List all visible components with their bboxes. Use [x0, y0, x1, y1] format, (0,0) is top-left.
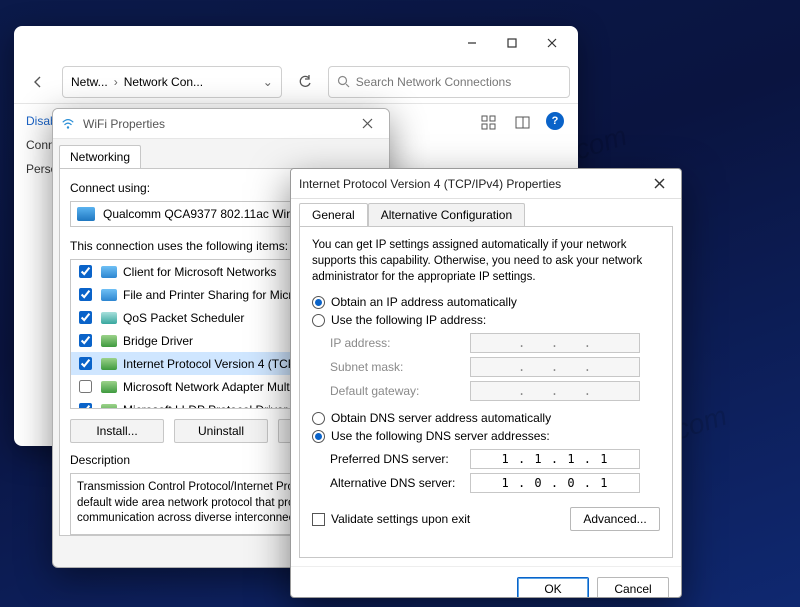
item-checkbox[interactable] — [79, 357, 92, 370]
radio-icon — [312, 412, 325, 425]
item-label: QoS Packet Scheduler — [123, 311, 244, 325]
pref-dns-label: Preferred DNS server: — [330, 452, 460, 466]
item-checkbox[interactable] — [79, 380, 92, 393]
radio-label: Use the following DNS server addresses: — [331, 429, 550, 443]
close-button[interactable] — [353, 112, 381, 136]
mask-label: Subnet mask: — [330, 360, 460, 374]
radio-label: Obtain an IP address automatically — [331, 295, 517, 309]
item-label: Bridge Driver — [123, 334, 193, 348]
help-icon[interactable]: ? — [546, 112, 564, 130]
radio-icon — [312, 430, 325, 443]
item-checkbox[interactable] — [79, 288, 92, 301]
item-checkbox[interactable] — [79, 334, 92, 347]
install-button[interactable]: Install... — [70, 419, 164, 443]
radio-ip-auto[interactable]: Obtain an IP address automatically — [312, 295, 660, 309]
validate-checkbox[interactable]: Validate settings upon exit — [312, 512, 470, 526]
explorer-toolbar: Netw... › Network Con... ⌄ Search Networ… — [14, 60, 578, 104]
radio-dns-auto[interactable]: Obtain DNS server address automatically — [312, 411, 660, 425]
advanced-button[interactable]: Advanced... — [570, 507, 660, 531]
view-panel-icon[interactable] — [512, 112, 534, 134]
tab-general[interactable]: General — [299, 203, 368, 226]
breadcrumb-leaf: Network Con... — [124, 75, 203, 89]
radio-ip-manual[interactable]: Use the following IP address: — [312, 313, 660, 327]
alt-dns-label: Alternative DNS server: — [330, 476, 460, 490]
chevron-down-icon[interactable]: ⌄ — [263, 75, 273, 89]
tab-networking[interactable]: Networking — [59, 145, 141, 168]
checkbox-icon — [312, 513, 325, 526]
close-button[interactable] — [532, 29, 572, 57]
adapter-name: Qualcomm QCA9377 802.11ac Wireless — [103, 207, 318, 221]
radio-dns-manual[interactable]: Use the following DNS server addresses: — [312, 429, 660, 443]
chevron-right-icon: › — [114, 75, 118, 89]
search-placeholder: Search Network Connections — [356, 75, 511, 89]
alt-dns-input[interactable]: 1 . 0 . 0 . 1 — [470, 473, 640, 493]
protocol-icon — [101, 335, 117, 347]
radio-icon — [312, 314, 325, 327]
dialog-title: Internet Protocol Version 4 (TCP/IPv4) P… — [299, 177, 561, 191]
item-checkbox[interactable] — [79, 265, 92, 278]
protocol-icon — [101, 358, 117, 370]
pref-dns-input[interactable]: 1 . 1 . 1 . 1 — [470, 449, 640, 469]
refresh-button[interactable] — [290, 67, 320, 97]
protocol-icon — [101, 312, 117, 324]
maximize-button[interactable] — [492, 29, 532, 57]
gw-label: Default gateway: — [330, 384, 460, 398]
protocol-icon — [101, 289, 117, 301]
item-checkbox[interactable] — [79, 403, 92, 409]
item-label: Client for Microsoft Networks — [123, 265, 276, 279]
back-button[interactable] — [22, 66, 54, 98]
breadcrumb[interactable]: Netw... › Network Con... ⌄ — [62, 66, 282, 98]
nic-icon — [77, 207, 95, 221]
radio-label: Obtain DNS server address automatically — [331, 411, 551, 425]
item-label: Microsoft LLDP Protocol Driver — [123, 403, 288, 410]
search-icon — [337, 75, 350, 88]
protocol-icon — [101, 404, 117, 410]
minimize-button[interactable] — [452, 29, 492, 57]
validate-label: Validate settings upon exit — [331, 512, 470, 526]
uninstall-button[interactable]: Uninstall — [174, 419, 268, 443]
wifi-icon — [61, 117, 75, 131]
item-checkbox[interactable] — [79, 311, 92, 324]
explorer-titlebar — [14, 26, 578, 60]
ip-input: . . . — [470, 333, 640, 353]
breadcrumb-root: Netw... — [71, 75, 108, 89]
tab-alt-config[interactable]: Alternative Configuration — [368, 203, 525, 226]
cancel-button[interactable]: Cancel — [597, 577, 669, 598]
mask-input: . . . — [470, 357, 640, 377]
intro-text: You can get IP settings assigned automat… — [312, 237, 660, 285]
radio-label: Use the following IP address: — [331, 313, 486, 327]
radio-icon — [312, 296, 325, 309]
dialog-title: WiFi Properties — [83, 117, 165, 131]
gw-input: . . . — [470, 381, 640, 401]
close-button[interactable] — [645, 172, 673, 196]
protocol-icon — [101, 266, 117, 278]
view-grid-icon[interactable] — [478, 112, 500, 134]
search-input[interactable]: Search Network Connections — [328, 66, 570, 98]
protocol-icon — [101, 381, 117, 393]
ip-label: IP address: — [330, 336, 460, 350]
ipv4-properties-dialog: Internet Protocol Version 4 (TCP/IPv4) P… — [290, 168, 682, 598]
ok-button[interactable]: OK — [517, 577, 589, 598]
